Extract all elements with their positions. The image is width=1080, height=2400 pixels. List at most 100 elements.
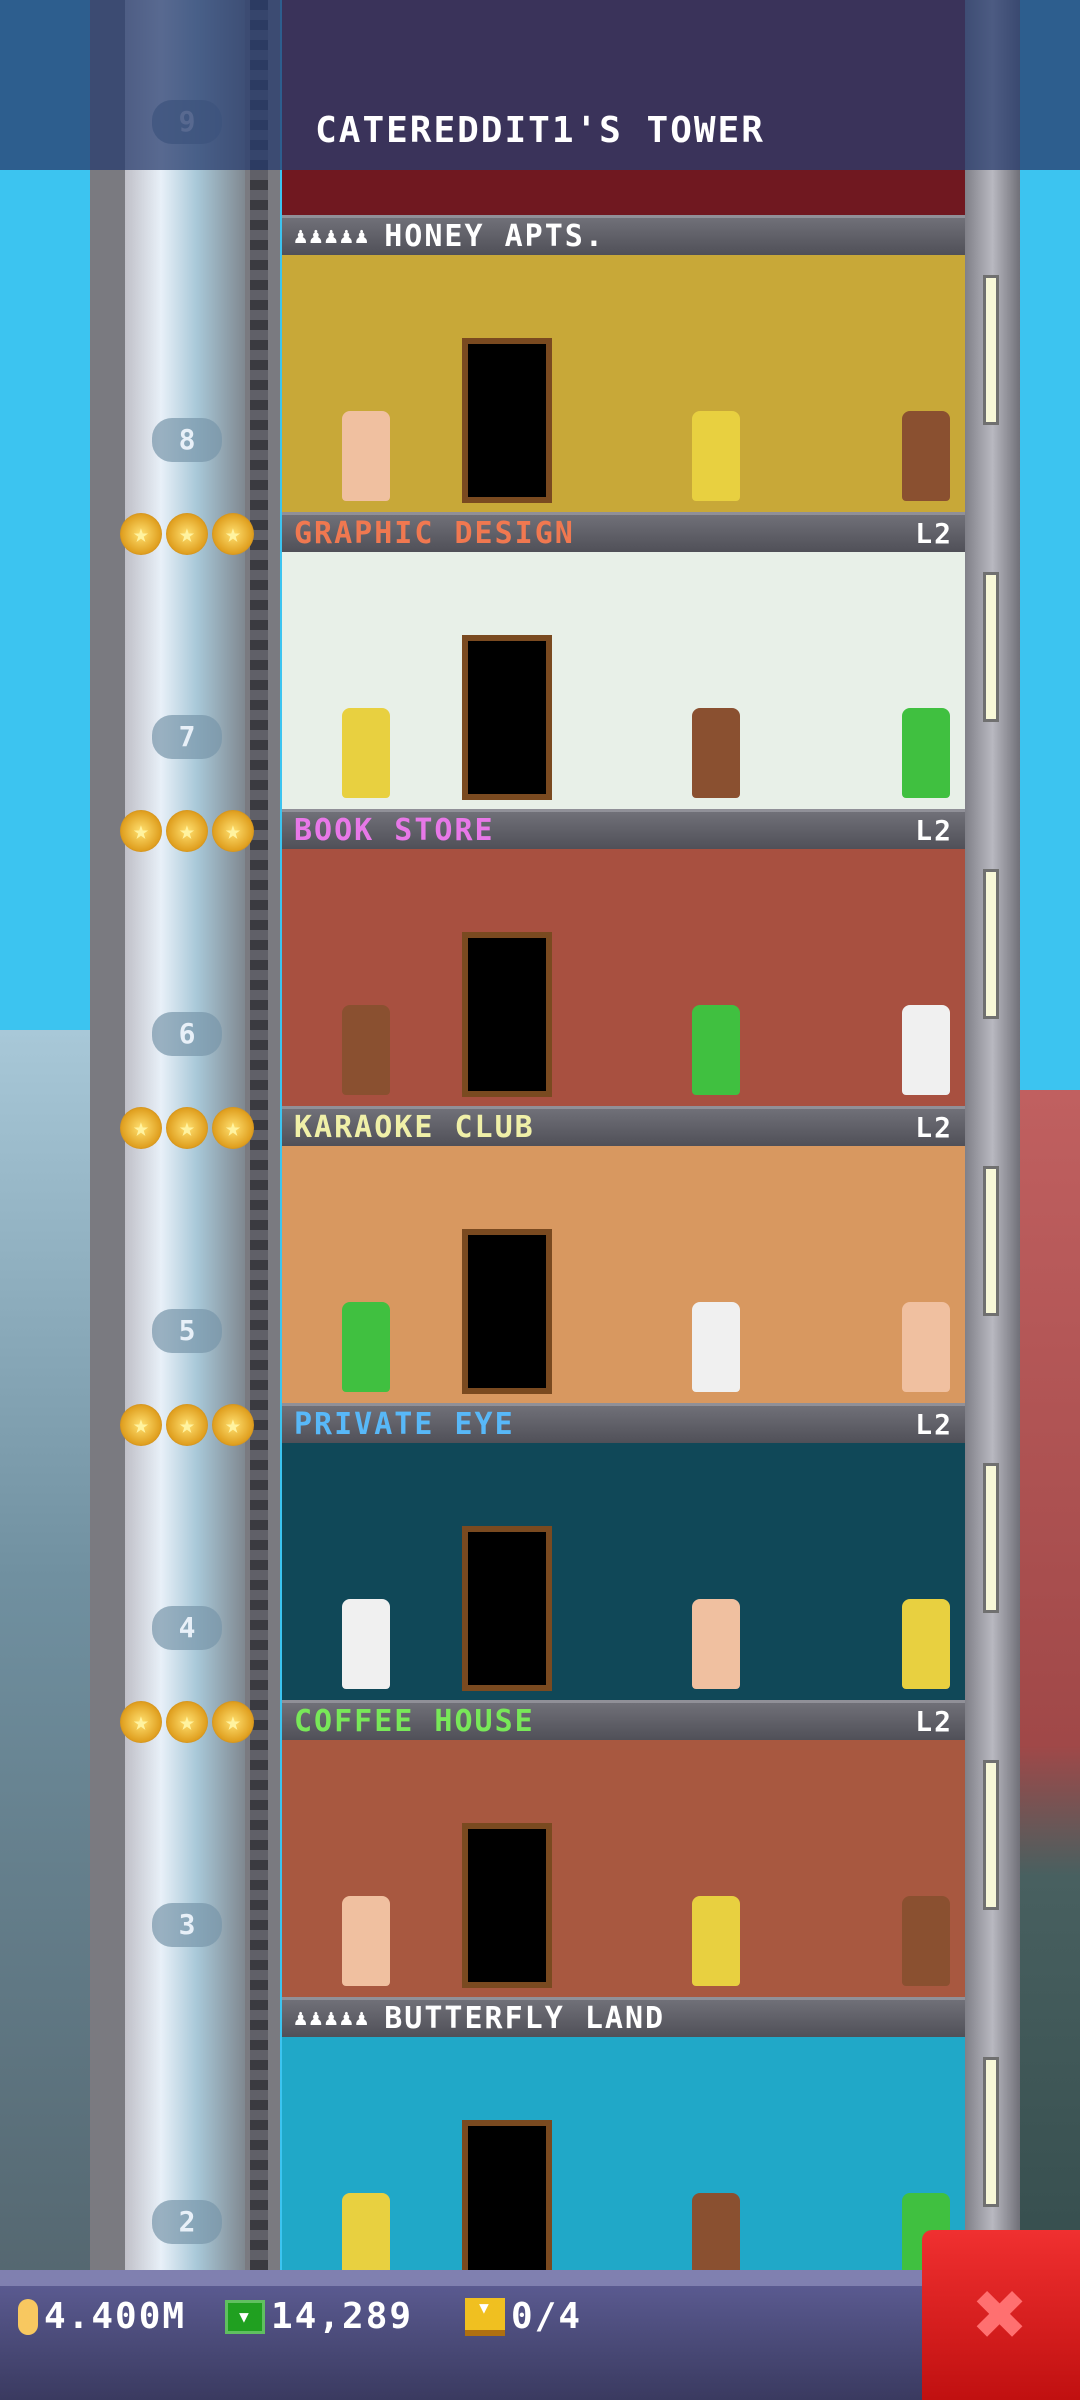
- floor-label: ♟♟♟♟♟ BUTTERFLY LAND: [282, 1997, 965, 2037]
- tickets-stat[interactable]: ▼ 0/4: [465, 2296, 582, 2337]
- elevator-shaft[interactable]: [90, 0, 280, 2400]
- star-icon: ★: [212, 1404, 254, 1446]
- bitizen[interactable]: [692, 1005, 740, 1095]
- bitizen[interactable]: [692, 708, 740, 798]
- star-icon: ★: [166, 1107, 208, 1149]
- floor-number: 7: [152, 715, 222, 759]
- bitizen[interactable]: [342, 1005, 390, 1095]
- bitizen[interactable]: [342, 1896, 390, 1986]
- coins-stat: 4.400M: [18, 2296, 186, 2337]
- floor-8[interactable]: ♟♟♟♟♟ HONEY APTS.: [282, 215, 965, 513]
- floor-level: L2: [915, 814, 953, 847]
- elevator-door: [462, 932, 552, 1097]
- floor-label: PRIVATE EYE L2: [282, 1403, 965, 1443]
- floor-number: 5: [152, 1309, 222, 1353]
- floor-3[interactable]: COFFEE HOUSE L2: [282, 1700, 965, 1998]
- star-icon: ★: [212, 1701, 254, 1743]
- floor-number: 8: [152, 418, 222, 462]
- resident-icons: ♟♟♟♟♟: [294, 2006, 371, 2031]
- floor-2[interactable]: ♟♟♟♟♟ BUTTERFLY LAND: [282, 1997, 965, 2295]
- bitizen[interactable]: [902, 1302, 950, 1392]
- window-light: [983, 275, 999, 425]
- star-icon: ★: [166, 513, 208, 555]
- room-interior[interactable]: [282, 1443, 965, 1701]
- floor-label: BOOK STORE L2: [282, 809, 965, 849]
- floor-level: L2: [915, 517, 953, 550]
- floor-name: HONEY APTS.: [384, 219, 605, 254]
- room-interior[interactable]: [282, 1740, 965, 1998]
- bitizen[interactable]: [342, 708, 390, 798]
- bitizen[interactable]: [342, 1599, 390, 1689]
- floor-level: L2: [915, 1111, 953, 1144]
- floor-name: PRIVATE EYE: [294, 1407, 515, 1442]
- floor-level: L2: [915, 1408, 953, 1441]
- ticket-icon: ▼: [465, 2297, 505, 2336]
- bitizen[interactable]: [692, 411, 740, 501]
- room-interior[interactable]: [282, 849, 965, 1107]
- floor-4[interactable]: PRIVATE EYE L2: [282, 1403, 965, 1701]
- bux-icon: ▼: [225, 2299, 265, 2334]
- room-interior[interactable]: [282, 2037, 965, 2295]
- star-icon: ★: [120, 513, 162, 555]
- bitizen[interactable]: [692, 1599, 740, 1689]
- floor-label: ♟♟♟♟♟ HONEY APTS.: [282, 215, 965, 255]
- window-light: [983, 1463, 999, 1613]
- floor-number: 2: [152, 2200, 222, 2244]
- star-icon: ★: [166, 1404, 208, 1446]
- floor-name: GRAPHIC DESIGN: [294, 516, 575, 551]
- city-background-right: [1020, 1090, 1080, 2400]
- window-light: [983, 869, 999, 1019]
- floor-label: KARAOKE CLUB L2: [282, 1106, 965, 1146]
- bitizen[interactable]: [902, 1005, 950, 1095]
- bitizen[interactable]: [902, 1599, 950, 1689]
- floor-label: COFFEE HOUSE L2: [282, 1700, 965, 1740]
- floor-stars: ★ ★ ★: [120, 1107, 254, 1149]
- elevator-door: [462, 2120, 552, 2285]
- bitizen[interactable]: [902, 1896, 950, 1986]
- room-interior[interactable]: [282, 1146, 965, 1404]
- window-light: [983, 1760, 999, 1910]
- coin-icon: [18, 2298, 38, 2335]
- floor-7[interactable]: GRAPHIC DESIGN L2: [282, 512, 965, 810]
- bitizen[interactable]: [342, 1302, 390, 1392]
- floor-name: KARAOKE CLUB: [294, 1110, 535, 1145]
- floor-stars: ★ ★ ★: [120, 1404, 254, 1446]
- floor-name: BUTTERFLY LAND: [384, 2001, 666, 2036]
- resident-icons: ♟♟♟♟♟: [294, 224, 371, 249]
- bitizen[interactable]: [902, 708, 950, 798]
- bitizen[interactable]: [692, 1896, 740, 1986]
- tower-title: CATEREDDIT1'S TOWER: [315, 110, 765, 151]
- floor-6[interactable]: BOOK STORE L2: [282, 809, 965, 1107]
- coins-value: 4.400M: [44, 2296, 187, 2337]
- bitizen[interactable]: [692, 1302, 740, 1392]
- window-light: [983, 2057, 999, 2207]
- city-background-left: [0, 1030, 95, 2400]
- window-light: [983, 1166, 999, 1316]
- floor-level: L2: [915, 1705, 953, 1738]
- star-icon: ★: [212, 513, 254, 555]
- close-button[interactable]: ✖: [922, 2230, 1080, 2400]
- window-light: [983, 572, 999, 722]
- floor-number: 6: [152, 1012, 222, 1056]
- elevator-door: [462, 635, 552, 800]
- close-icon: ✖: [973, 2262, 1029, 2367]
- room-interior[interactable]: [282, 255, 965, 513]
- elevator-door: [462, 1823, 552, 1988]
- elevator-door: [462, 1526, 552, 1691]
- floor-stars: ★ ★ ★: [120, 810, 254, 852]
- star-icon: ★: [120, 1701, 162, 1743]
- floor-name: BOOK STORE: [294, 813, 495, 848]
- floor-5[interactable]: KARAOKE CLUB L2: [282, 1106, 965, 1404]
- bitizen[interactable]: [902, 411, 950, 501]
- bux-value: 14,289: [271, 2296, 414, 2337]
- floor-stars: ★ ★ ★: [120, 1701, 254, 1743]
- bitizen[interactable]: [342, 411, 390, 501]
- bux-stat[interactable]: ▼ 14,289: [225, 2296, 413, 2337]
- star-icon: ★: [120, 1107, 162, 1149]
- elevator-rail: [250, 0, 268, 2400]
- tickets-value: 0/4: [511, 2296, 583, 2337]
- star-icon: ★: [212, 1107, 254, 1149]
- star-icon: ★: [212, 810, 254, 852]
- floor-number: 4: [152, 1606, 222, 1650]
- room-interior[interactable]: [282, 552, 965, 810]
